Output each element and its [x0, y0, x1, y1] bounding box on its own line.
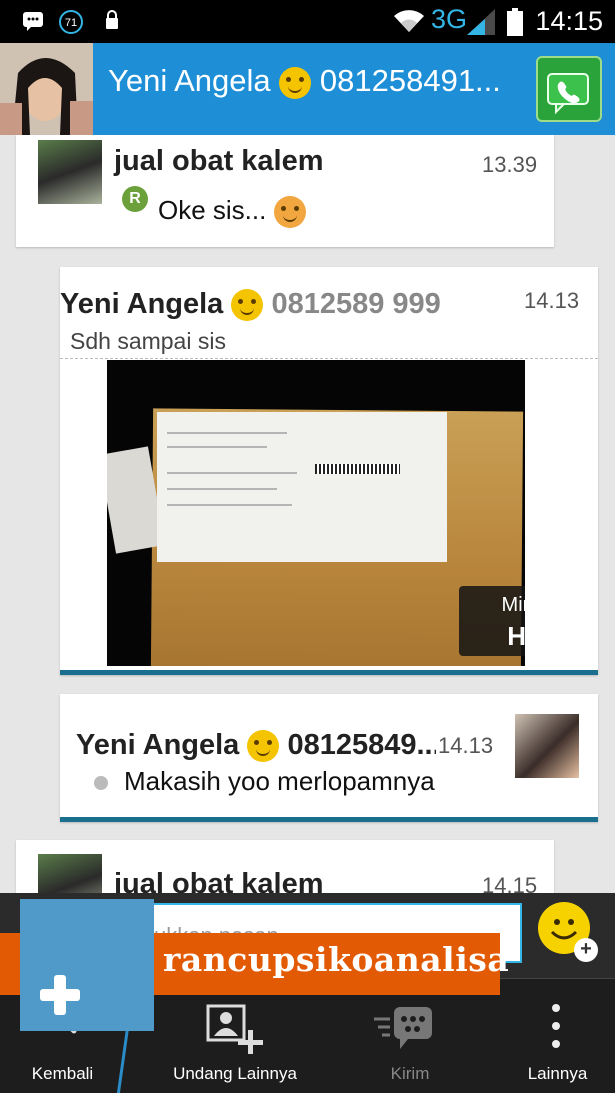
delivery-status-dot [94, 776, 108, 790]
phone-icon [547, 73, 589, 115]
bbm-notification-icon [22, 11, 44, 36]
invite-more-button[interactable]: Undang Lainnya [140, 979, 330, 1093]
signal-icon [467, 9, 495, 40]
add-contact-icon [206, 1004, 263, 1054]
call-button[interactable] [536, 56, 602, 122]
request-hd-label: Minta [501, 594, 525, 616]
battery-icon [507, 8, 523, 41]
thinking-emoji-icon [231, 289, 264, 322]
send-button[interactable]: Kirim [340, 979, 480, 1093]
message-text: Makasih yoo merlopamnya [124, 766, 435, 796]
message-sender-pin: 08125849... [287, 729, 436, 761]
read-status-badge: R [122, 186, 148, 212]
message-sender: Yeni Angela [60, 288, 224, 320]
message-time: 13.39 [482, 152, 538, 177]
cross-icon [40, 975, 80, 1015]
message-time: 14.13 [438, 733, 494, 758]
message-time: 14.15 [482, 873, 538, 895]
network-type: 3G [431, 4, 468, 34]
watermark-logo [20, 899, 154, 1031]
sender-avatar [38, 140, 102, 204]
message-outgoing-text[interactable]: Yeni Angela 08125849... 14.13 Makasih yo… [60, 694, 598, 822]
more-vertical-icon [552, 1004, 560, 1048]
message-sender-row: Yeni Angela 08125849... [76, 729, 436, 763]
chat-header: Yeni Angela 081258491... [0, 43, 615, 135]
lock-icon [104, 10, 120, 35]
message-text-row: Oke sis... [158, 195, 306, 229]
invite-more-label: Undang Lainnya [173, 1064, 297, 1083]
status-bar: 71 3G 14:15 [0, 0, 615, 43]
message-sender: Yeni Angela [76, 729, 240, 761]
send-label: Kirim [390, 1064, 430, 1083]
add-icon: + [574, 938, 598, 962]
message-incoming[interactable]: jual obat kalem 14.15 [16, 840, 554, 895]
watermark-text: rancupsikoanalisa [163, 940, 510, 979]
shipping-label-image [157, 412, 447, 562]
message-divider [60, 358, 598, 359]
message-sender-row: Yeni Angela 0812589 999 [60, 288, 441, 322]
request-hd-quality: HD [507, 621, 525, 651]
wifi-icon [392, 8, 426, 39]
thinking-emoji-icon [247, 730, 280, 763]
message-sender: jual obat kalem [114, 145, 324, 177]
bbm-send-icon [374, 1007, 432, 1049]
more-button[interactable]: Lainnya [500, 979, 615, 1093]
notification-count: 71 [65, 17, 77, 29]
own-avatar [515, 714, 579, 778]
love-emoji-icon [273, 196, 306, 229]
emoji-picker-button[interactable]: + [538, 902, 598, 962]
message-sender-pin: 0812589 999 [271, 288, 441, 320]
contact-title[interactable]: Yeni Angela 081258491... [108, 63, 528, 99]
message-incoming[interactable]: jual obat kalem 13.39 R Oke sis... [16, 135, 554, 247]
thinking-emoji-icon [279, 66, 312, 99]
sender-avatar [38, 854, 102, 895]
photo-attachment[interactable]: Minta HD [107, 360, 525, 666]
message-text: Sdh sampai sis [70, 328, 226, 354]
contact-pin: 081258491... [319, 63, 501, 98]
back-label: Kembali [31, 1064, 94, 1083]
chat-history[interactable]: jual obat kalem 13.39 R Oke sis... Yeni … [0, 135, 615, 895]
clock: 14:15 [535, 6, 603, 36]
contact-avatar[interactable] [0, 43, 93, 135]
notification-count-icon: 71 [58, 9, 84, 40]
message-text: Oke sis... [158, 195, 267, 225]
message-time: 14.13 [524, 288, 580, 313]
request-hd-button[interactable]: Minta HD [459, 586, 525, 656]
message-outgoing-photo[interactable]: Yeni Angela 0812589 999 14.13 Sdh sampai… [60, 267, 598, 675]
contact-name: Yeni Angela [108, 63, 271, 98]
message-sender: jual obat kalem [114, 868, 324, 895]
more-label: Lainnya [527, 1064, 588, 1083]
